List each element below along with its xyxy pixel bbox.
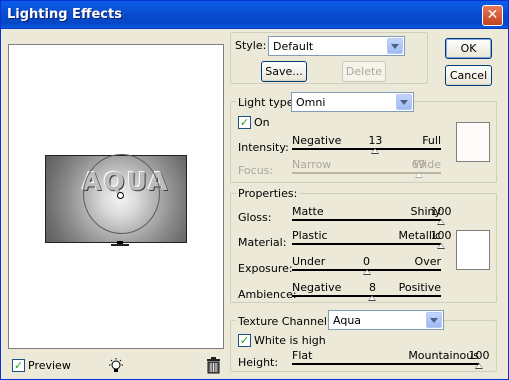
exposure-min-label: Under: [292, 255, 326, 268]
light-handle-bar: [111, 244, 129, 246]
height-track: [292, 363, 479, 365]
lighting-effects-dialog: Lighting Effects ✕ AQUA ✓ Preview Style:…: [0, 0, 509, 380]
title-bar[interactable]: Lighting Effects ✕: [1, 1, 508, 29]
material-slider[interactable]: Plastic 100 Metallic: [292, 229, 452, 251]
ambience-thumb[interactable]: [368, 295, 377, 301]
intensity-label: Intensity:: [238, 141, 289, 154]
preview-area: AQUA: [8, 44, 224, 349]
style-dropdown[interactable]: Default: [268, 36, 405, 56]
gloss-label: Gloss:: [238, 211, 272, 224]
intensity-track: [292, 148, 441, 150]
focus-min-label: Narrow: [292, 158, 332, 171]
intensity-min-label: Negative: [292, 134, 342, 147]
chevron-down-icon: [396, 94, 412, 110]
light-center-handle[interactable]: [117, 192, 124, 199]
ambience-min-label: Negative: [292, 281, 342, 294]
gloss-track: [292, 219, 441, 221]
preview-canvas[interactable]: AQUA: [45, 154, 187, 243]
height-min-label: Flat: [292, 349, 313, 362]
height-max-label: Mountainous: [408, 349, 479, 362]
white-is-high-checkbox[interactable]: ✓: [238, 334, 251, 347]
properties-label: Properties:: [236, 187, 300, 200]
gloss-thumb[interactable]: [437, 219, 445, 225]
intensity-thumb[interactable]: [371, 148, 380, 154]
focus-label: Focus:: [238, 164, 274, 177]
preview-label: Preview: [28, 359, 71, 372]
white-is-high-label: White is high: [254, 334, 326, 347]
texture-channel-value: Aqua: [333, 314, 362, 327]
height-thumb[interactable]: [475, 363, 483, 369]
focus-thumb[interactable]: [414, 172, 423, 178]
intensity-slider[interactable]: Negative 13 Full: [292, 134, 441, 156]
exposure-thumb[interactable]: [362, 269, 371, 275]
focus-max-label: Wide: [413, 158, 441, 171]
delete-style-button[interactable]: Delete: [342, 61, 386, 82]
ambient-color-swatch[interactable]: [456, 230, 490, 270]
ambience-max-label: Positive: [398, 281, 441, 294]
style-value: Default: [273, 40, 314, 53]
texture-channel-label: Texture Channel:: [236, 315, 333, 328]
gloss-min-label: Matte: [292, 205, 324, 218]
chevron-down-icon: [387, 38, 403, 54]
focus-slider[interactable]: Narrow 69 Wide: [292, 158, 441, 180]
material-track: [292, 243, 441, 245]
gloss-max-label: Shiny: [410, 205, 442, 218]
light-color-swatch[interactable]: [456, 122, 490, 162]
gloss-slider[interactable]: Matte 100 Shiny: [292, 205, 452, 227]
cancel-button[interactable]: Cancel: [445, 65, 492, 86]
ambience-value: 8: [368, 281, 376, 294]
material-label: Material:: [238, 236, 287, 249]
light-type-value: Omni: [296, 96, 326, 109]
light-bulb-icon[interactable]: [107, 357, 125, 375]
chevron-down-icon: [426, 312, 442, 328]
ambience-track: [292, 295, 441, 297]
exposure-slider[interactable]: Under 0 Over: [292, 255, 441, 277]
ok-button[interactable]: OK: [445, 38, 492, 59]
ambience-slider[interactable]: Negative 8 Positive: [292, 281, 441, 303]
save-style-button[interactable]: Save...: [261, 61, 307, 82]
height-label: Height:: [238, 356, 279, 369]
material-thumb[interactable]: [437, 243, 445, 249]
material-min-label: Plastic: [292, 229, 328, 242]
light-type-label: Light type:: [236, 96, 300, 109]
height-slider[interactable]: Flat 100 Mountainous: [292, 349, 490, 371]
texture-channel-dropdown[interactable]: Aqua: [328, 310, 444, 330]
exposure-value: 0: [363, 255, 370, 268]
exposure-max-label: Over: [414, 255, 441, 268]
trash-icon[interactable]: [206, 357, 221, 374]
ambience-label: Ambience:: [238, 288, 297, 301]
material-max-label: Metallic: [398, 229, 441, 242]
style-label: Style:: [235, 39, 267, 52]
light-type-dropdown[interactable]: Omni: [291, 92, 414, 112]
dialog-title: Lighting Effects: [7, 7, 122, 22]
close-button[interactable]: ✕: [482, 5, 503, 26]
light-on-label: On: [254, 116, 270, 129]
intensity-max-label: Full: [422, 134, 441, 147]
light-on-checkbox[interactable]: ✓: [238, 116, 251, 129]
intensity-value: 13: [368, 134, 383, 147]
preview-checkbox[interactable]: ✓: [12, 359, 25, 372]
exposure-label: Exposure:: [238, 262, 293, 275]
